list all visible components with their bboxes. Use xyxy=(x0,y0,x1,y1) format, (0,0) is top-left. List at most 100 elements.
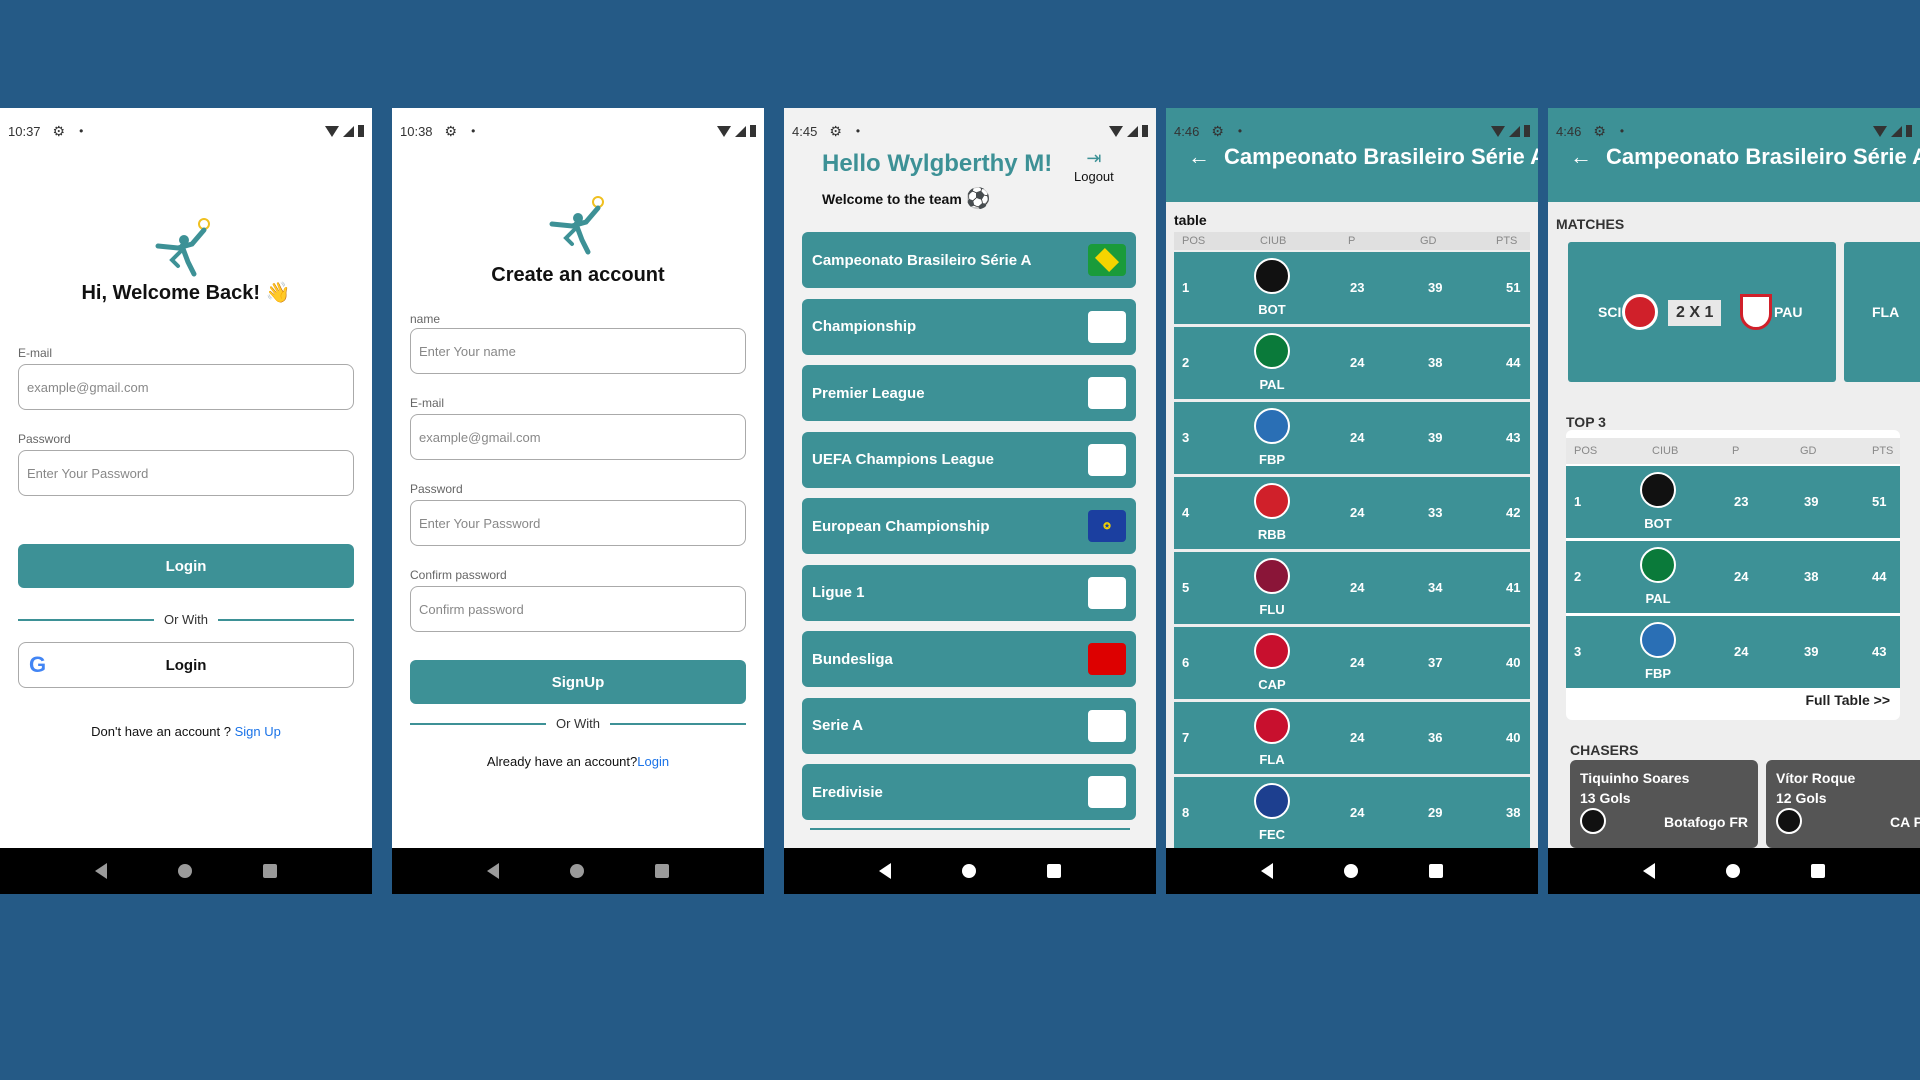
league-name: Campeonato Brasileiro Série A xyxy=(812,251,1032,269)
battery-icon xyxy=(1524,125,1530,137)
login-button[interactable]: Login xyxy=(18,544,354,588)
back-icon[interactable] xyxy=(487,863,500,879)
welcome-subtitle: Welcome to the team ⚽ xyxy=(822,186,991,211)
table-row[interactable]: 2 PAL 24 38 44 xyxy=(1174,327,1530,399)
status-time: 4:45 xyxy=(792,123,818,139)
app-logo-icon xyxy=(549,196,604,255)
table-row[interactable]: 1 BOT 23 39 51 xyxy=(1566,466,1900,538)
row-position: 4 xyxy=(1182,505,1190,520)
serie-a-icon xyxy=(1088,709,1126,742)
team-crest-icon xyxy=(1580,808,1606,834)
brazil-flag-icon xyxy=(1088,244,1126,276)
recent-apps-icon[interactable] xyxy=(262,864,277,878)
row-position: 2 xyxy=(1574,569,1582,584)
chaser-card[interactable]: Tiquinho Soares 13 Gols Botafogo FR xyxy=(1570,760,1758,848)
league-item[interactable]: European Championship ✪ xyxy=(802,498,1136,554)
back-icon[interactable] xyxy=(879,863,892,879)
system-nav-bar xyxy=(1166,848,1538,894)
matches-section-title: MATCHES xyxy=(1556,216,1625,232)
login-screen: 10:37 ⚙ • Hi, Welcome Back! 👋 E-mail exa… xyxy=(0,108,372,894)
league-item[interactable]: Serie A xyxy=(802,697,1136,754)
table-row[interactable]: 6 CAP 24 37 40 xyxy=(1174,627,1530,699)
row-position: 2 xyxy=(1182,355,1190,370)
back-arrow-icon[interactable]: ← xyxy=(1188,144,1210,170)
league-item[interactable]: Campeonato Brasileiro Série A xyxy=(802,232,1136,288)
confirm-password-field[interactable]: Confirm password xyxy=(410,586,746,632)
signup-prompt: Don't have an account ? Sign Up xyxy=(0,724,372,739)
back-icon[interactable] xyxy=(95,863,108,879)
league-item[interactable]: Eredivisie xyxy=(802,764,1136,820)
table-row[interactable]: 2 PAL 24 38 44 xyxy=(1566,541,1900,613)
row-goal-difference: 39 xyxy=(1428,430,1443,445)
home-icon[interactable] xyxy=(1725,864,1740,878)
league-item[interactable]: UEFA Champions League xyxy=(802,431,1136,488)
page-title: Create an account xyxy=(491,264,665,286)
row-points: 51 xyxy=(1506,280,1521,295)
table-row[interactable]: 4 RBB 24 33 42 xyxy=(1174,477,1530,549)
home-icon[interactable] xyxy=(961,864,976,878)
battery-icon xyxy=(1142,125,1148,137)
table-row[interactable]: 5 FLU 24 34 41 xyxy=(1174,552,1530,624)
league-item[interactable]: Bundesliga xyxy=(802,631,1136,687)
settings-icon: ⚙ xyxy=(1211,122,1224,139)
league-item[interactable]: Ligue 1 xyxy=(802,564,1136,621)
password-label: Password xyxy=(410,482,463,496)
password-field[interactable]: Enter Your Password xyxy=(18,450,354,496)
login-link[interactable]: Login xyxy=(637,754,669,769)
table-row[interactable]: 1 BOT 23 39 51 xyxy=(1174,252,1530,324)
header-pts: PTS xyxy=(1872,445,1894,457)
chaser-team: CA Para xyxy=(1890,814,1920,830)
chasers-section-title: CHASERS xyxy=(1570,742,1639,758)
row-points: 41 xyxy=(1506,580,1521,595)
back-icon[interactable] xyxy=(1261,863,1274,879)
club-crest-icon xyxy=(1640,547,1676,583)
name-label: name xyxy=(410,312,441,326)
battery-icon xyxy=(750,125,756,137)
header-gd: GD xyxy=(1800,445,1817,457)
club-code: BOT xyxy=(1644,516,1672,531)
header-played: P xyxy=(1348,235,1356,247)
recent-apps-icon[interactable] xyxy=(1810,864,1825,878)
back-arrow-icon[interactable]: ← xyxy=(1570,144,1592,170)
home-icon[interactable] xyxy=(1343,864,1358,878)
email-field[interactable]: example@gmail.com xyxy=(410,414,746,460)
row-played: 23 xyxy=(1350,280,1365,295)
row-points: 42 xyxy=(1506,505,1521,520)
next-match-card[interactable]: FLA xyxy=(1844,242,1920,382)
email-field[interactable]: example@gmail.com xyxy=(18,364,354,410)
signal-icon xyxy=(1127,125,1138,137)
or-with-label: Or With xyxy=(163,612,209,627)
table-row[interactable]: 8 FEC 24 29 38 xyxy=(1174,777,1530,849)
password-field[interactable]: Enter Your Password xyxy=(410,500,746,546)
table-row[interactable]: 3 FBP 24 39 43 xyxy=(1566,616,1900,688)
name-field[interactable]: Enter Your name xyxy=(410,328,746,374)
battery-icon xyxy=(358,125,364,137)
google-login-button[interactable]: G Login xyxy=(18,642,354,688)
row-played: 24 xyxy=(1734,644,1749,659)
section-title: table xyxy=(1174,212,1207,228)
wifi-icon xyxy=(717,125,731,137)
league-item[interactable]: Premier League xyxy=(802,365,1136,421)
league-item[interactable]: Championship xyxy=(802,298,1136,355)
full-table-link[interactable]: Full Table >> xyxy=(1805,692,1890,708)
table-row[interactable]: 3 FBP 24 39 43 xyxy=(1174,402,1530,474)
league-name: Bundesliga xyxy=(812,650,893,668)
logout-label: Logout xyxy=(1074,169,1114,184)
row-points: 40 xyxy=(1506,655,1521,670)
logout-button[interactable]: ⇥ Logout xyxy=(1074,148,1114,184)
table-row[interactable]: 7 FLA 24 36 40 xyxy=(1174,702,1530,774)
home-icon[interactable] xyxy=(569,864,584,878)
sign-up-link[interactable]: Sign Up xyxy=(235,724,281,739)
row-goal-difference: 34 xyxy=(1428,580,1443,595)
settings-icon: ⚙ xyxy=(52,122,66,139)
home-icon[interactable] xyxy=(177,864,192,878)
match-card[interactable]: SCI 2 X 1 PAU xyxy=(1568,242,1836,382)
row-points: 38 xyxy=(1506,805,1521,820)
recent-apps-icon[interactable] xyxy=(654,864,669,878)
signup-button[interactable]: SignUp xyxy=(410,660,746,704)
recent-apps-icon[interactable] xyxy=(1046,864,1061,878)
chaser-card[interactable]: Vítor Roque 12 Gols CA Para xyxy=(1766,760,1920,848)
system-nav-bar xyxy=(1548,848,1920,894)
recent-apps-icon[interactable] xyxy=(1428,864,1443,878)
back-icon[interactable] xyxy=(1643,863,1656,879)
